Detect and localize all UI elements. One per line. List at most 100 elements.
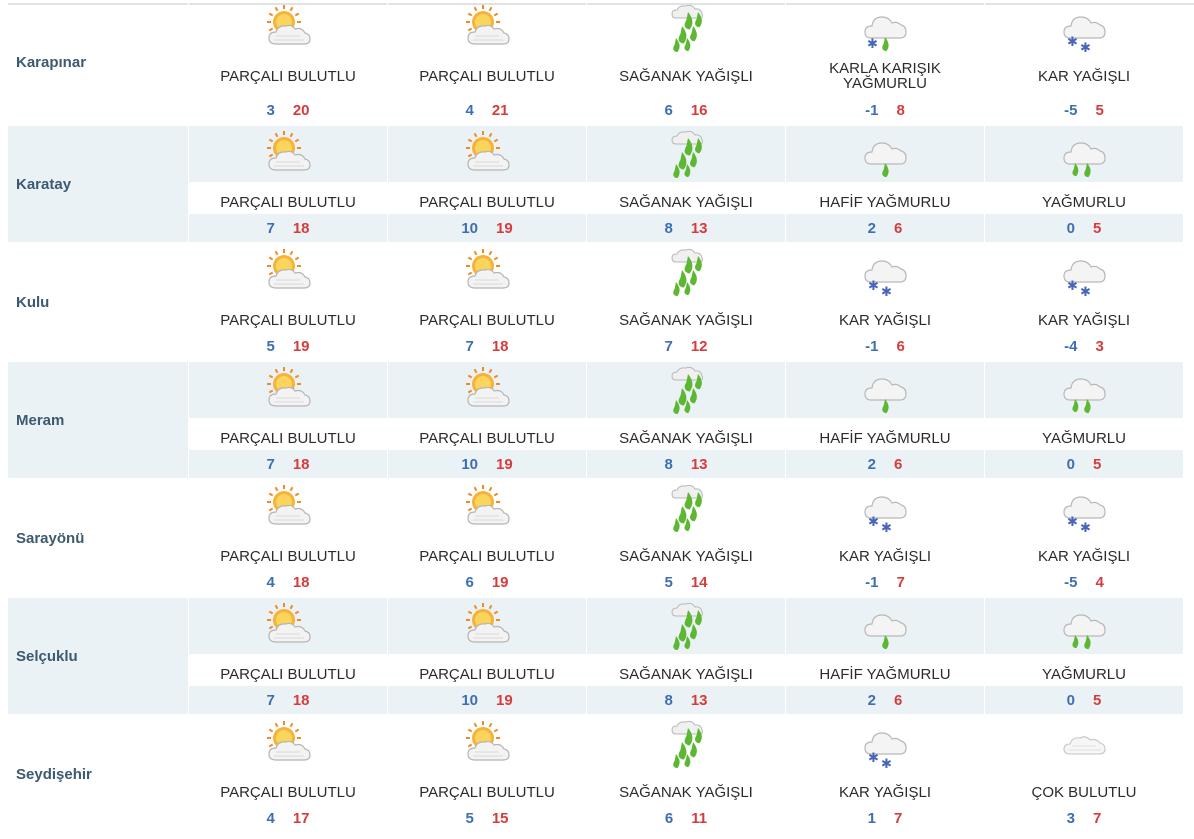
max-temp: 19 [491,573,509,591]
max-temp: 18 [292,219,310,237]
min-temp: 7 [266,691,275,709]
max-temp: 18 [292,573,310,591]
day-cell: PARÇALI BULUTLU 7 18 [387,244,586,360]
max-temp: 16 [690,101,708,119]
min-temp: 8 [664,219,673,237]
snow-icon: ✱ ✱ [985,480,1183,536]
partly-cloudy-icon [388,362,586,418]
max-temp: 3 [1095,337,1104,355]
partly-cloudy-icon [189,126,387,182]
city-name[interactable]: Kulu [8,244,188,360]
min-temp: 10 [461,219,478,237]
city-name[interactable]: Sarayönü [8,480,188,596]
max-temp: 18 [292,691,310,709]
min-temp: 7 [266,455,275,473]
max-temp: 18 [491,337,509,355]
partly-cloudy-icon [189,598,387,654]
table-row: Kulu PARÇALI BULUTLU 5 19 PARÇALI BULUTLU 7… [8,244,1194,362]
max-temp: 21 [491,101,509,119]
min-temp: 10 [461,691,478,709]
max-temp: 7 [894,809,903,827]
min-temp: -1 [865,101,879,119]
city-name[interactable]: Meram [8,362,188,478]
max-temp: 19 [496,219,513,237]
svg-text:✱: ✱ [1067,515,1078,530]
day-cell: SAĞANAK YAĞIŞLI 8 13 [586,126,785,242]
light-rain-icon [786,362,984,418]
table-row: Meram PARÇALI BULUTLU 7 18 PARÇALI BULUTLU… [8,362,1194,480]
day-cell: ✱ ✱ KAR YAĞIŞLI -1 6 [785,244,984,360]
min-temp: 7 [266,219,275,237]
partly-cloudy-icon [189,716,387,772]
day-cell: SAĞANAK YAĞIŞLI 8 13 [586,362,785,478]
day-cell: YAĞMURLU 0 5 [984,362,1183,478]
city-name[interactable]: Seydişehir [8,716,188,832]
max-temp: 6 [896,337,905,355]
min-temp: 5 [664,573,673,591]
day-cell: PARÇALI BULUTLU 4 18 [188,480,387,596]
cloudy-icon [985,716,1183,772]
max-temp: 13 [690,455,708,473]
day-cell: HAFİF YAĞMURLU 2 6 [785,598,984,714]
min-temp: 8 [664,691,673,709]
max-temp: 17 [292,809,310,827]
rain-icon [985,126,1183,182]
day-cell: PARÇALI BULUTLU 4 21 [387,0,586,124]
max-temp: 8 [896,101,905,119]
day-cell: SAĞANAK YAĞIŞLI 8 13 [586,598,785,714]
day-cell: HAFİF YAĞMURLU 2 6 [785,362,984,478]
partly-cloudy-icon [189,480,387,536]
min-temp: 0 [1066,219,1075,237]
day-cell: SAĞANAK YAĞIŞLI 6 16 [586,0,785,124]
day-cell: PARÇALI BULUTLU 7 18 [188,126,387,242]
svg-text:✱: ✱ [1080,41,1091,52]
min-temp: 2 [867,691,876,709]
max-temp: 15 [491,809,509,827]
city-name[interactable]: Selçuklu [8,598,188,714]
condition-text: SAĞANAK YAĞIŞLI [619,67,753,85]
shower-rain-icon [587,598,785,654]
max-temp: 6 [894,455,903,473]
min-temp: 2 [867,219,876,237]
max-temp: 7 [1093,809,1102,827]
min-temp: 6 [664,809,674,827]
max-temp: 5 [1093,691,1102,709]
min-temp: 5 [266,337,275,355]
max-temp: 5 [1093,219,1102,237]
day-cell: ✱ ✱ KAR YAĞIŞLI -5 5 [984,0,1183,124]
svg-text:✱: ✱ [881,757,892,768]
max-temp: 6 [894,691,903,709]
day-cell: ✱ ✱ KAR YAĞIŞLI -1 7 [785,480,984,596]
max-temp: 20 [292,101,310,119]
min-temp: 5 [465,809,474,827]
svg-text:✱: ✱ [868,279,879,294]
partly-cloudy-icon [388,598,586,654]
sleet-icon: ✱ [786,0,984,56]
day-cell: PARÇALI BULUTLU 10 19 [387,362,586,478]
city-name[interactable]: Karatay [8,126,188,242]
min-temp: 7 [465,337,474,355]
snow-icon: ✱ ✱ [985,244,1183,300]
max-temp: 6 [894,219,903,237]
partly-cloudy-icon [388,244,586,300]
max-temp: 18 [292,455,310,473]
partly-cloudy-icon [388,716,586,772]
snow-icon: ✱ ✱ [985,0,1183,56]
min-temp: 6 [664,101,673,119]
min-temp: -1 [865,573,879,591]
svg-text:✱: ✱ [1080,285,1091,296]
condition-text: PARÇALI BULUTLU [419,67,555,85]
rain-icon [985,362,1183,418]
day-cell: YAĞMURLU 0 5 [984,598,1183,714]
svg-text:✱: ✱ [1067,279,1078,294]
min-temp: 4 [465,101,474,119]
min-temp: 8 [664,455,673,473]
day-cell: ✱ ✱ KAR YAĞIŞLI -4 3 [984,244,1183,360]
day-cell: ÇOK BULUTLU 3 7 [984,716,1183,832]
min-temp: 7 [664,337,673,355]
snow-icon: ✱ ✱ [786,244,984,300]
city-name[interactable]: Karapınar [8,0,188,124]
snow-icon: ✱ ✱ [786,480,984,536]
shower-rain-icon [587,126,785,182]
max-temp: 19 [496,455,513,473]
